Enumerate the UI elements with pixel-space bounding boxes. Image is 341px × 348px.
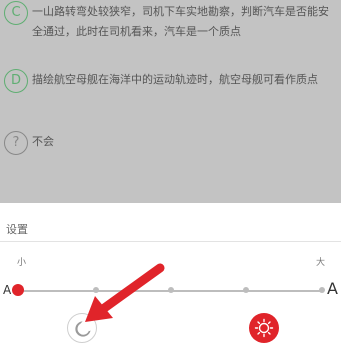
sun-icon (254, 318, 274, 338)
settings-title: 设置 (6, 223, 28, 236)
font-min-glyph: A (3, 283, 12, 297)
question-mark-icon: ? (4, 131, 28, 155)
question-area: C 一山路转弯处较狭窄，司机下车实地勘察，判断汽车是否能安全通过，此时在司机看来… (0, 0, 341, 203)
font-size-large-label: 大 (316, 258, 326, 268)
option-letter-c: C (4, 1, 28, 25)
night-mode-button[interactable] (67, 313, 97, 343)
slider-tick[interactable] (243, 287, 249, 293)
font-max-glyph: A (327, 279, 338, 298)
divider (0, 241, 341, 242)
slider-tick[interactable] (319, 287, 325, 293)
moon-icon (75, 320, 93, 337)
font-size-slider-thumb[interactable] (12, 284, 24, 296)
day-mode-button[interactable] (249, 313, 279, 343)
slider-tick[interactable] (93, 287, 99, 293)
option-text-dont-know: 不会 (32, 135, 54, 148)
option-text-c: 一山路转弯处较狭窄，司机下车实地勘察，判断汽车是否能安全通过，此时在司机看来，汽… (32, 5, 329, 38)
slider-tick[interactable] (168, 287, 174, 293)
font-size-small-label: 小 (17, 258, 27, 268)
option-text-d: 描绘航空母舰在海洋中的运动轨迹时，航空母舰可看作质点 (32, 73, 318, 86)
option-letter-d: D (4, 69, 28, 93)
settings-panel: 设置 小 大 A A (0, 203, 341, 348)
